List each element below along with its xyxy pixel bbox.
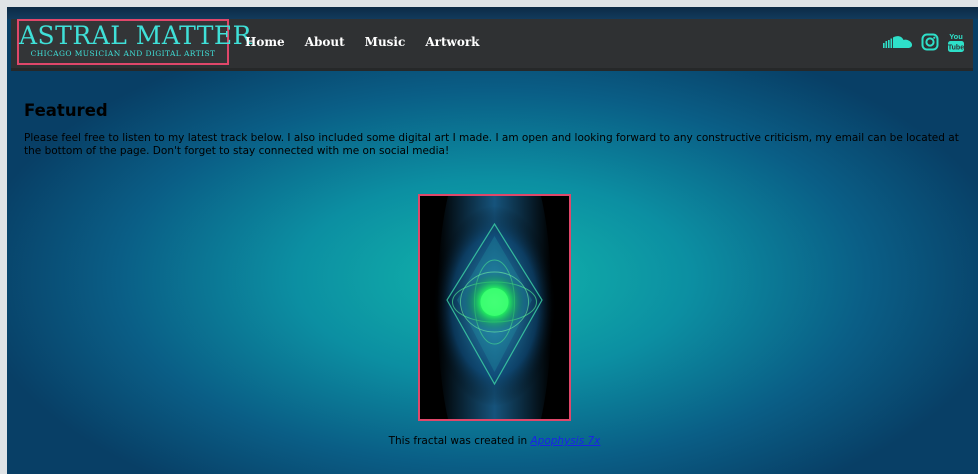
social-links: You Tube xyxy=(875,19,965,65)
featured-intro: Please feel free to listen to my latest … xyxy=(24,132,959,157)
youtube-icon[interactable]: You Tube xyxy=(947,31,965,53)
artwork-caption: This fractal was created in Apophysis 7x xyxy=(382,435,607,448)
nav-music[interactable]: Music xyxy=(365,35,406,49)
navbar: ASTRAL MATTER CHICAGO MUSICIAN AND DIGIT… xyxy=(11,19,973,71)
youtube-top-text: You xyxy=(949,32,963,41)
nav-home[interactable]: Home xyxy=(245,35,285,49)
apophysis-link[interactable]: Apophysis 7x xyxy=(531,435,601,447)
top-strip xyxy=(7,7,978,19)
youtube-bottom-text: Tube xyxy=(948,45,964,52)
soundcloud-icon[interactable] xyxy=(883,35,913,49)
logo-title: ASTRAL MATTER xyxy=(19,21,252,50)
caption-text: This fractal was created in xyxy=(388,435,531,447)
fractal-artwork[interactable] xyxy=(418,194,571,421)
site-logo[interactable]: ASTRAL MATTER CHICAGO MUSICIAN AND DIGIT… xyxy=(17,19,252,65)
page: ASTRAL MATTER CHICAGO MUSICIAN AND DIGIT… xyxy=(7,7,978,474)
fractal-image xyxy=(420,196,569,419)
nav-about[interactable]: About xyxy=(305,35,345,49)
instagram-icon[interactable] xyxy=(921,33,939,51)
nav-links: Home About Music Artwork xyxy=(245,19,499,65)
featured-section: Featured Please feel free to listen to m… xyxy=(24,101,966,158)
featured-heading: Featured xyxy=(24,101,108,120)
nav-artwork[interactable]: Artwork xyxy=(425,35,479,49)
logo-subtitle: CHICAGO MUSICIAN AND DIGITAL ARTIST xyxy=(30,49,216,58)
